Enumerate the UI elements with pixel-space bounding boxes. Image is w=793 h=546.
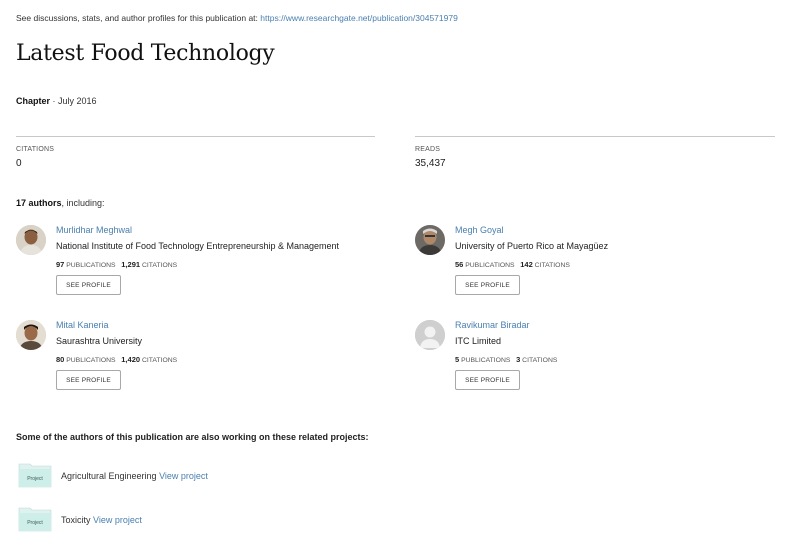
project-text: Agricultural Engineering View project xyxy=(61,471,208,481)
source-note: See discussions, stats, and author profi… xyxy=(16,13,458,23)
project-folder-label: Project xyxy=(27,476,43,482)
see-profile-button[interactable]: SEE PROFILE xyxy=(56,370,121,390)
author-avatar[interactable] xyxy=(16,225,46,255)
author-citations-count: 1,291 xyxy=(121,260,141,269)
author-card-meghwal: Murlidhar Meghwal National Institute of … xyxy=(16,225,376,315)
citations-label: CITATIONS xyxy=(534,262,570,269)
citations-label: CITATIONS xyxy=(16,146,55,153)
author-publications-count: 56 xyxy=(455,260,464,269)
source-note-text: See discussions, stats, and author profi… xyxy=(16,13,261,23)
citations-divider xyxy=(16,136,375,137)
author-photo-icon xyxy=(415,225,445,255)
citations-value: 0 xyxy=(16,158,22,169)
publications-label: PUBLICATIONS xyxy=(461,357,511,364)
citations-label: CITATIONS xyxy=(141,262,178,269)
reads-label: READS xyxy=(415,146,441,153)
publications-label: PUBLICATIONS xyxy=(465,262,515,269)
related-projects-heading: Some of the authors of this publication … xyxy=(16,432,369,442)
author-card-biradar: Ravikumar Biradar ITC Limited 5 PUBLICAT… xyxy=(415,320,775,410)
default-avatar-icon xyxy=(415,320,445,350)
author-publications-count: 97 xyxy=(56,260,65,269)
author-photo-icon xyxy=(16,225,46,255)
reads-value: 35,437 xyxy=(415,158,446,169)
author-institution: National Institute of Food Technology En… xyxy=(56,241,340,251)
author-citations-count: 142 xyxy=(520,260,533,269)
project-name: Agricultural Engineering xyxy=(61,471,160,481)
publications-label: PUBLICATIONS xyxy=(66,262,116,269)
author-stats: 97 PUBLICATIONS 1,291 CITATIONS xyxy=(56,260,177,269)
author-citations-count: 3 xyxy=(516,355,521,364)
author-avatar[interactable] xyxy=(415,225,445,255)
author-institution: University of Puerto Rico at Mayagüez xyxy=(455,241,609,251)
author-avatar[interactable] xyxy=(16,320,46,350)
project-folder-icon: Project xyxy=(18,463,52,488)
author-stats: 56 PUBLICATIONS 142 CITATIONS xyxy=(455,260,570,269)
project-name: Toxicity xyxy=(61,515,94,525)
author-institution: Saurashtra University xyxy=(56,336,143,346)
citations-label: CITATIONS xyxy=(141,357,178,364)
project-item: Project Agricultural Engineering View pr… xyxy=(18,460,418,490)
reads-divider xyxy=(415,136,775,137)
publication-date: · July 2016 xyxy=(50,96,97,106)
author-publications-count: 5 xyxy=(455,355,460,364)
publication-url-link[interactable]: https://www.researchgate.net/publication… xyxy=(260,13,458,23)
author-name-link[interactable]: Murlidhar Meghwal xyxy=(56,225,132,235)
view-project-link[interactable]: View project xyxy=(159,471,208,481)
page-title: Latest Food Technology xyxy=(16,41,275,66)
see-profile-button[interactable]: SEE PROFILE xyxy=(56,275,121,295)
authors-summary: 17 authors, including: xyxy=(16,198,105,208)
see-profile-button[interactable]: SEE PROFILE xyxy=(455,275,520,295)
author-name-link[interactable]: Mital Kaneria xyxy=(56,320,109,330)
author-card-kaneria: Mital Kaneria Saurashtra University 80 P… xyxy=(16,320,376,410)
author-avatar[interactable] xyxy=(415,320,445,350)
author-institution: ITC Limited xyxy=(455,336,502,346)
see-profile-button[interactable]: SEE PROFILE xyxy=(455,370,520,390)
citations-label: CITATIONS xyxy=(522,357,558,364)
author-publications-count: 80 xyxy=(56,355,65,364)
view-project-link[interactable]: View project xyxy=(93,515,142,525)
author-citations-count: 1,420 xyxy=(121,355,141,364)
project-item: Project Toxicity View project xyxy=(18,504,418,534)
authors-suffix: , including: xyxy=(61,198,105,208)
publication-type: Chapter xyxy=(16,96,51,106)
publication-meta: Chapter · July 2016 xyxy=(16,96,97,106)
author-card-goyal: Megh Goyal University of Puerto Rico at … xyxy=(415,225,775,315)
author-name-link[interactable]: Megh Goyal xyxy=(455,225,504,235)
author-photo-icon xyxy=(16,320,46,350)
author-name-link[interactable]: Ravikumar Biradar xyxy=(455,320,530,330)
publications-label: PUBLICATIONS xyxy=(66,357,116,364)
project-folder-icon: Project xyxy=(18,507,52,532)
authors-count: 17 authors xyxy=(16,198,62,208)
author-stats: 80 PUBLICATIONS 1,420 CITATIONS xyxy=(56,355,177,364)
author-stats: 5 PUBLICATIONS 3 CITATIONS xyxy=(455,355,557,364)
project-text: Toxicity View project xyxy=(61,515,142,525)
project-folder-label: Project xyxy=(27,520,43,526)
